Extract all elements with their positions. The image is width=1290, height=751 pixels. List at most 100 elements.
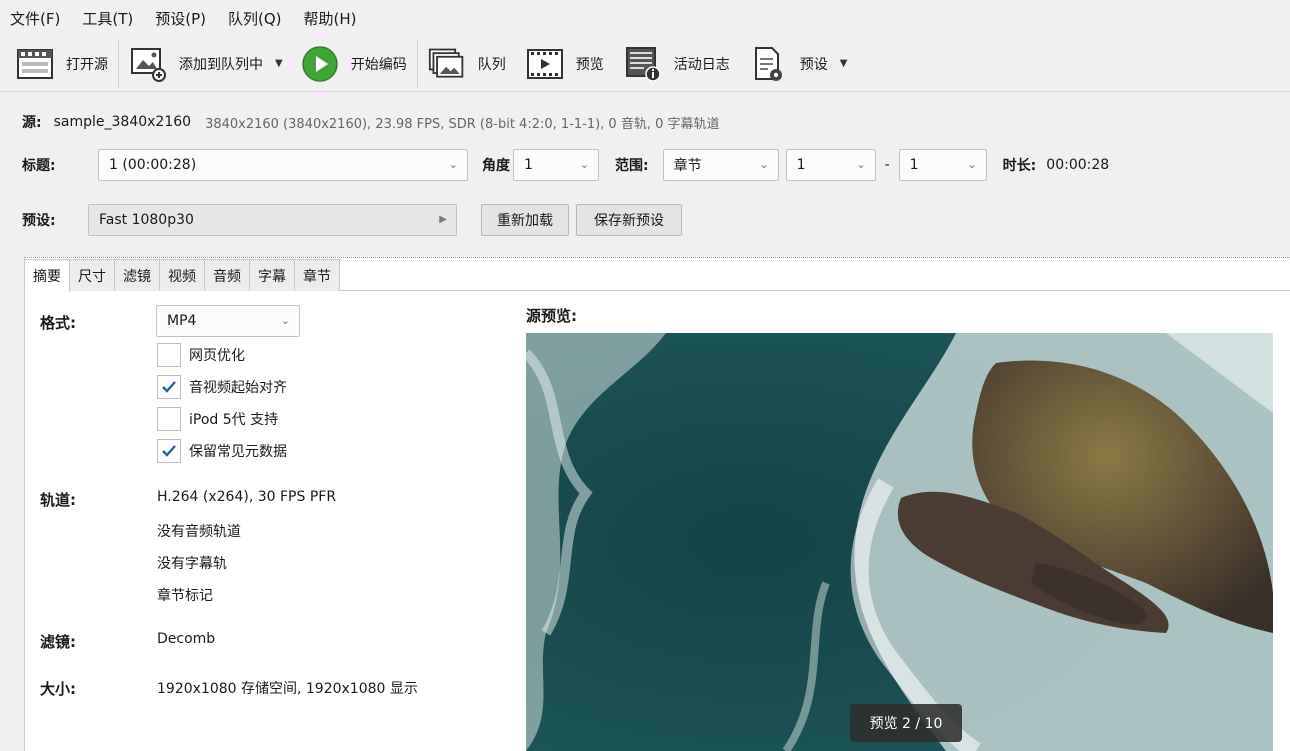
tab-subtitles[interactable]: 字幕 — [249, 259, 295, 291]
menu-help[interactable]: 帮助(H) — [303, 8, 356, 29]
toolbar-divider — [118, 40, 119, 87]
chevron-down-icon: ⌄ — [579, 158, 589, 171]
tab-filters[interactable]: 滤镜 — [114, 259, 160, 291]
web-optimize-option[interactable]: 网页优化 — [157, 343, 245, 367]
clapperboard-icon — [16, 45, 54, 83]
preview-button[interactable]: 预览 — [520, 41, 610, 87]
source-preview-image[interactable] — [526, 333, 1273, 751]
format-value: MP4 — [167, 313, 197, 329]
checkmark-icon — [162, 381, 176, 393]
size-label: 大小: — [40, 680, 76, 698]
menu-queue[interactable]: 队列(Q) — [228, 8, 282, 29]
reload-label: 重新加载 — [497, 213, 553, 229]
chevron-down-icon: ⌄ — [967, 158, 977, 171]
ipod-support-label: iPod 5代 支持 — [189, 412, 279, 428]
filters-label: 滤镜: — [40, 633, 76, 651]
web-optimize-label: 网页优化 — [189, 348, 245, 364]
tracks-label: 轨道: — [40, 491, 76, 509]
activity-log-label: 活动日志 — [673, 56, 730, 73]
track-audio: 没有音频轨道 — [157, 524, 241, 540]
web-optimize-checkbox[interactable] — [157, 343, 181, 367]
chevron-down-icon[interactable]: ▼ — [840, 58, 848, 69]
checkmark-icon — [162, 445, 176, 457]
tab-chapters[interactable]: 章节 — [294, 259, 340, 291]
open-source-label: 打开源 — [66, 56, 108, 73]
duration-label: 时长: — [1002, 158, 1037, 174]
range-end-select[interactable]: 1 ⌄ — [898, 149, 987, 181]
duration-value: 00:00:28 — [1046, 157, 1110, 173]
keep-metadata-option[interactable]: 保留常见元数据 — [157, 439, 287, 463]
open-source-button[interactable]: 打开源 — [10, 41, 114, 87]
start-encode-button[interactable]: 开始编码 — [295, 41, 413, 87]
chevron-down-icon[interactable]: ▼ — [275, 58, 283, 69]
menu-presets[interactable]: 预设(P) — [155, 8, 206, 29]
ipod-support-option[interactable]: iPod 5代 支持 — [157, 407, 278, 431]
add-to-queue-label: 添加到队列中 — [179, 56, 263, 73]
chevron-down-icon: ⌄ — [759, 158, 769, 171]
keep-metadata-label: 保留常见元数据 — [189, 444, 287, 460]
source-meta: 3840x2160 (3840x2160), 23.98 FPS, SDR (8… — [205, 116, 720, 132]
range-dash: - — [884, 157, 890, 173]
source-info: 源: sample_3840x2160 3840x2160 (3840x2160… — [0, 108, 1290, 136]
tab-dimensions[interactable]: 尺寸 — [69, 259, 115, 291]
track-chapters: 章节标记 — [157, 588, 213, 604]
toolbar: 打开源 添加到队列中 ▼ 开始编码 队列 预览 活动日志 预设 ▼ — [0, 36, 1290, 92]
preset-row: 预设: Fast 1080p30 ▶ 重新加载 保存新预设 — [0, 204, 1290, 236]
presets-button[interactable]: 预设 ▼ — [744, 41, 854, 87]
tab-video[interactable]: 视频 — [159, 259, 205, 291]
ipod-support-checkbox[interactable] — [157, 407, 181, 431]
activity-log-icon — [624, 45, 662, 83]
range-end-value: 1 — [909, 157, 919, 173]
align-av-label: 音视频起始对齐 — [189, 380, 287, 396]
title-row: 标题: 1 (00:00:28) ⌄ 角度 1 ⌄ 范围: 章节 ⌄ 1 ⌄ -… — [0, 149, 1290, 181]
save-new-preset-label: 保存新预设 — [594, 213, 664, 229]
title-value: 1 (00:00:28) — [109, 157, 197, 173]
tab-audio[interactable]: 音频 — [204, 259, 250, 291]
tab-summary[interactable]: 摘要 — [24, 259, 70, 292]
format-label: 格式: — [40, 314, 76, 332]
range-start-value: 1 — [796, 157, 806, 173]
aerial-coast-picture — [526, 333, 1273, 751]
start-encode-label: 开始编码 — [350, 56, 407, 73]
source-label: 源: — [22, 115, 42, 131]
menu-tools[interactable]: 工具(T) — [82, 8, 133, 29]
preset-gear-icon — [750, 45, 788, 83]
format-select[interactable]: MP4 ⌄ — [156, 305, 300, 337]
film-preview-icon — [526, 45, 564, 83]
activity-log-button[interactable]: 活动日志 — [618, 41, 736, 87]
preset-selector[interactable]: Fast 1080p30 ▶ — [88, 204, 457, 236]
tab-strip: 摘要 尺寸 滤镜 视频 音频 字幕 章节 — [24, 259, 340, 292]
preview-counter-label: 预览 2 / 10 — [869, 716, 943, 732]
filters-value: Decomb — [157, 631, 216, 647]
range-type-select[interactable]: 章节 ⌄ — [662, 149, 779, 181]
queue-button[interactable]: 队列 — [422, 41, 512, 87]
title-select[interactable]: 1 (00:00:28) ⌄ — [98, 149, 468, 181]
angle-value: 1 — [524, 157, 533, 173]
preview-label: 预览 — [575, 56, 604, 73]
range-type-value: 章节 — [673, 158, 702, 174]
play-icon — [301, 45, 339, 83]
chevron-down-icon: ⌄ — [448, 158, 458, 171]
preset-value: Fast 1080p30 — [99, 212, 194, 228]
preset-label: 预设: — [22, 213, 56, 229]
align-av-checkbox[interactable] — [157, 375, 181, 399]
track-subtitles: 没有字幕轨 — [157, 556, 227, 572]
preview-counter-badge[interactable]: 预览 2 / 10 — [850, 704, 962, 742]
queue-label: 队列 — [477, 56, 506, 73]
range-label: 范围: — [615, 158, 649, 174]
keep-metadata-checkbox[interactable] — [157, 439, 181, 463]
align-av-option[interactable]: 音视频起始对齐 — [157, 375, 287, 399]
reload-button[interactable]: 重新加载 — [481, 204, 569, 236]
range-start-select[interactable]: 1 ⌄ — [785, 149, 876, 181]
menu-bar: 文件(F) 工具(T) 预设(P) 队列(Q) 帮助(H) — [0, 0, 1290, 36]
chevron-down-icon: ⌄ — [856, 158, 866, 171]
menu-file[interactable]: 文件(F) — [10, 8, 60, 29]
angle-select[interactable]: 1 ⌄ — [513, 149, 599, 181]
source-preview-label: 源预览: — [526, 307, 577, 325]
title-label: 标题: — [22, 158, 56, 174]
add-to-queue-button[interactable]: 添加到队列中 ▼ — [123, 41, 289, 87]
save-new-preset-button[interactable]: 保存新预设 — [576, 204, 682, 236]
size-value: 1920x1080 存储空间, 1920x1080 显示 — [157, 681, 418, 697]
angle-label: 角度 — [482, 158, 510, 174]
add-picture-icon — [129, 45, 167, 83]
